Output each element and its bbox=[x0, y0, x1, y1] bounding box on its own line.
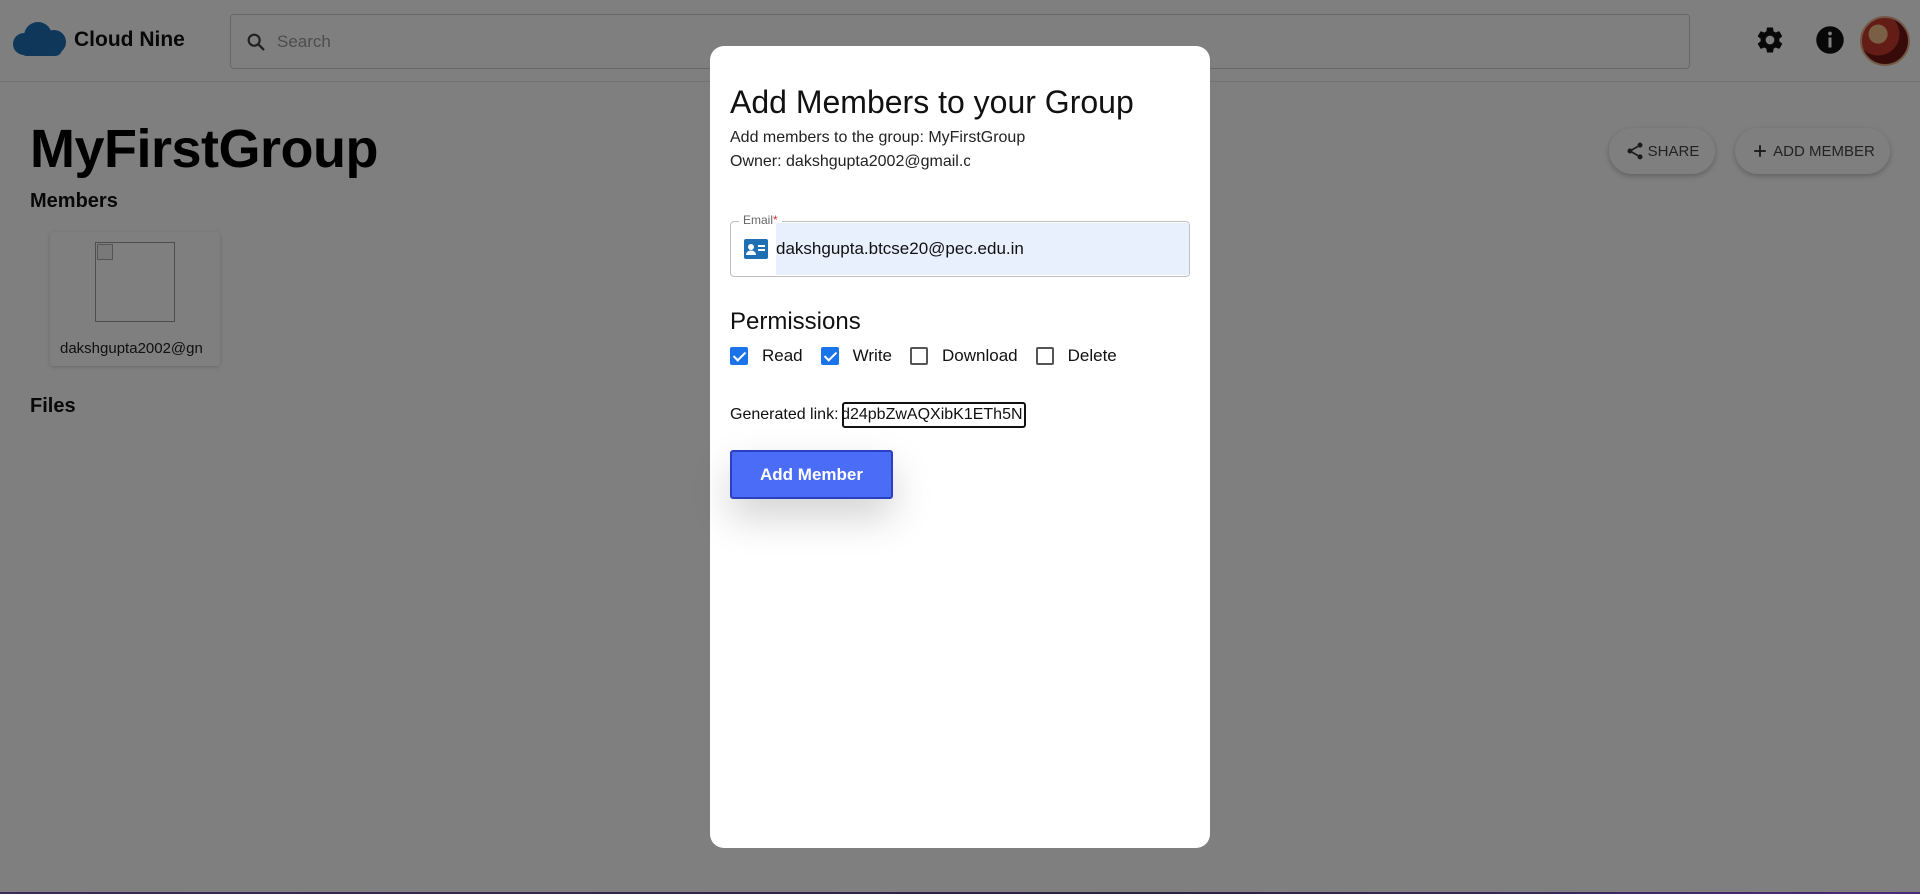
download-checkbox[interactable] bbox=[910, 347, 928, 365]
permission-label: Delete bbox=[1067, 346, 1117, 365]
generated-link-field[interactable]: 9d24pbZwAQXibK1ETh5N bbox=[841, 402, 1026, 428]
permissions-heading: Permissions bbox=[730, 308, 861, 335]
permission-delete[interactable]: Delete bbox=[1035, 346, 1117, 366]
email-field[interactable]: Email* bbox=[730, 213, 1190, 277]
permission-download[interactable]: Download bbox=[910, 346, 1018, 366]
add-members-dialog: Add Members to your Group Add members to… bbox=[710, 46, 1210, 848]
generated-link-row: Generated link: 9d24pbZwAQXibK1ETh5N bbox=[730, 402, 1026, 428]
dialog-owner: Owner: dakshgupta2002@gmail.c bbox=[730, 153, 970, 170]
permission-label: Download bbox=[942, 346, 1018, 365]
contact-card-icon bbox=[744, 239, 768, 259]
dialog-title: Add Members to your Group bbox=[730, 84, 1134, 120]
read-checkbox[interactable] bbox=[730, 347, 748, 365]
add-member-button[interactable]: Add Member bbox=[730, 450, 893, 499]
permissions-group: Read Write Download Delete bbox=[730, 346, 1135, 366]
permission-write[interactable]: Write bbox=[820, 346, 892, 366]
permission-label: Write bbox=[852, 346, 892, 365]
delete-checkbox[interactable] bbox=[1035, 347, 1054, 365]
generated-link-label: Generated link: bbox=[730, 406, 839, 423]
dialog-subtitle: Add members to the group: MyFirstGroup bbox=[730, 129, 1026, 146]
permission-label: Read bbox=[762, 346, 803, 365]
email-input[interactable] bbox=[776, 223, 1189, 275]
write-checkbox[interactable] bbox=[820, 347, 839, 365]
permission-read[interactable]: Read bbox=[730, 346, 803, 366]
